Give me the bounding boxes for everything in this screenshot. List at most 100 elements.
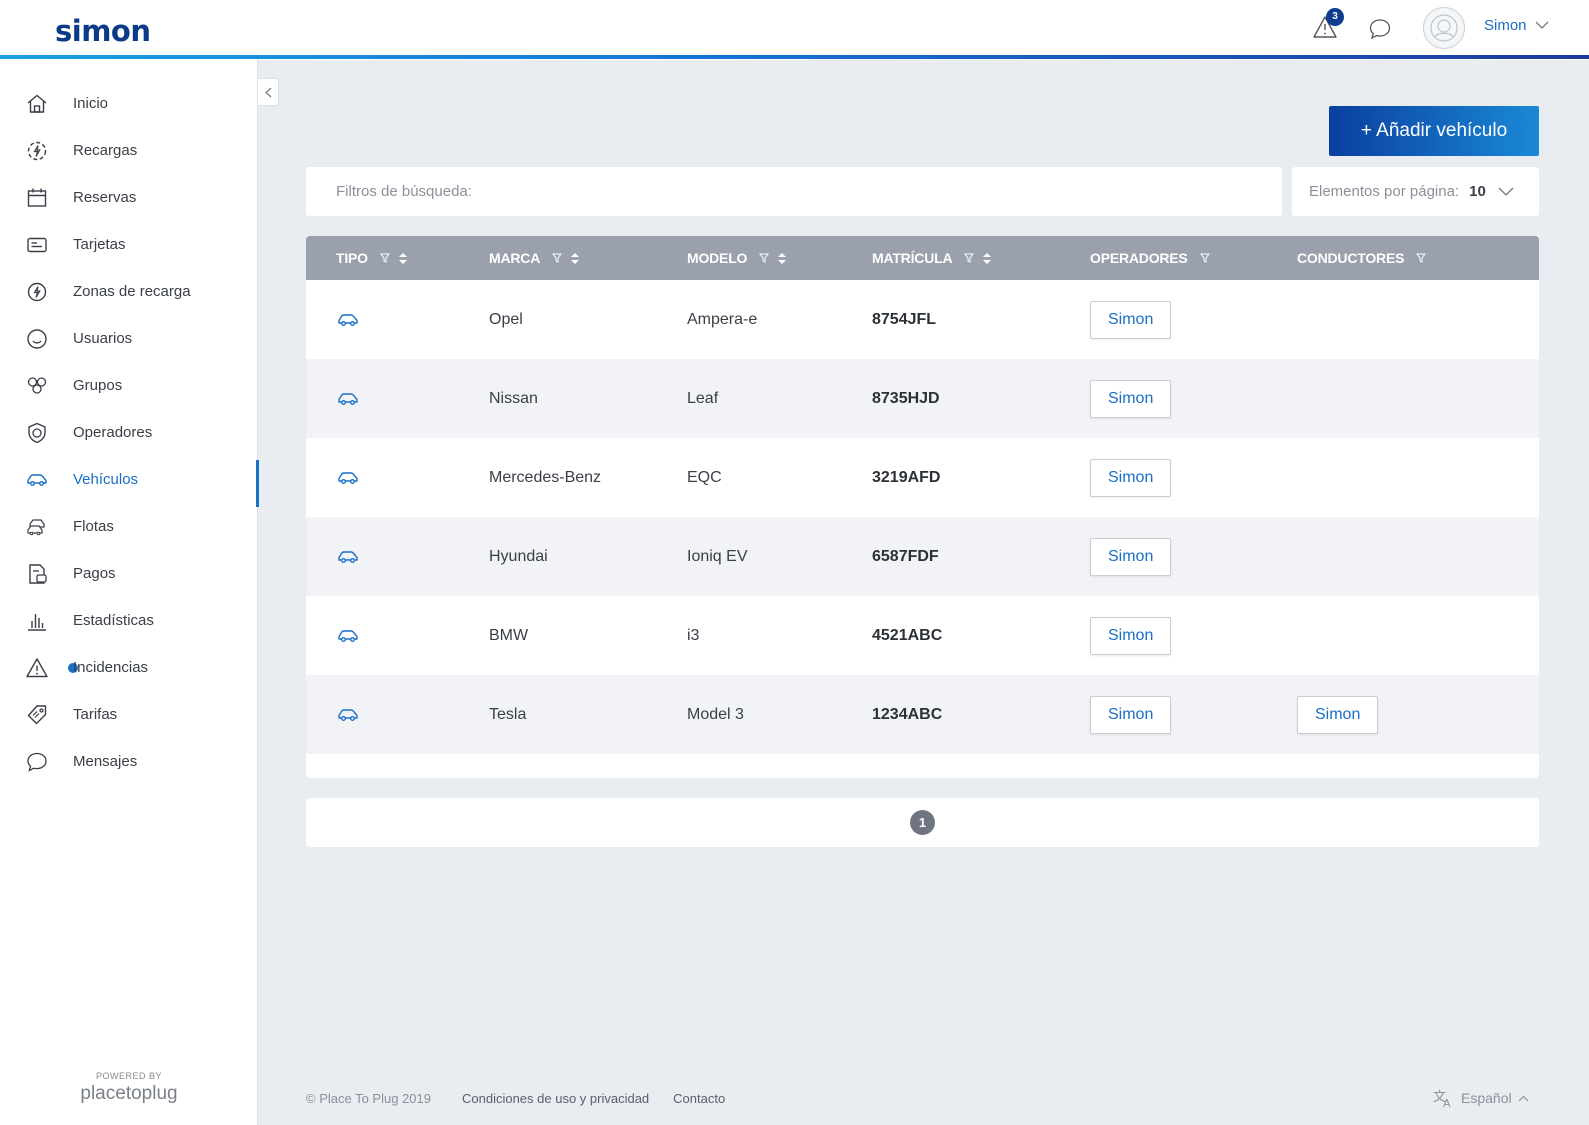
smile-icon — [25, 327, 49, 351]
column-header-conductores: CONDUCTORES — [1297, 236, 1427, 280]
brand-cell: Hyundai — [489, 547, 548, 565]
operator-chip[interactable]: Simon — [1090, 695, 1172, 734]
search-filters-input[interactable] — [336, 180, 1236, 202]
placetoplug-logo: placetoplug — [80, 1083, 178, 1104]
top-header: simon 3 Simon — [0, 0, 1589, 60]
operator-chip[interactable]: Simon — [1090, 537, 1172, 576]
sidebar-item-label: Tarifas — [73, 706, 118, 723]
sidebar-item-label: Reservas — [73, 189, 137, 206]
car-icon[interactable] — [336, 624, 360, 648]
sidebar-item-label: Inicio — [73, 95, 109, 112]
sidebar-item-chat[interactable]: Mensajes — [0, 738, 258, 785]
filter-icon[interactable] — [964, 253, 975, 263]
language-label: Español — [1461, 1090, 1512, 1106]
filter-icon[interactable] — [1199, 253, 1210, 263]
operator-chip[interactable]: Simon — [1090, 616, 1172, 655]
sidebar-item-bolt[interactable]: Zonas de recarga — [0, 268, 258, 315]
stats-icon — [25, 609, 49, 633]
car-icon[interactable] — [336, 387, 360, 411]
sidebar-item-calendar[interactable]: Reservas — [0, 174, 258, 221]
plate-cell: 4521ABC — [872, 626, 943, 644]
sidebar-item-shield[interactable]: Operadores — [0, 409, 258, 456]
sidebar-item-charge[interactable]: Recargas — [0, 127, 258, 174]
chat-icon — [1369, 19, 1391, 40]
car-icon[interactable] — [336, 308, 360, 332]
alerts-button[interactable]: 3 — [1312, 8, 1344, 41]
items-per-page-select[interactable]: Elementos por página: 10 — [1292, 167, 1539, 216]
home-icon — [25, 92, 49, 116]
translate-icon: 文A — [1433, 1090, 1451, 1108]
filter-icon[interactable] — [552, 253, 563, 263]
items-per-page-label: Elementos por página: — [1309, 183, 1460, 200]
sidebar-item-car[interactable]: Vehículos — [0, 456, 259, 507]
column-header-marca: MARCA — [489, 236, 580, 280]
sidebar-item-label: Mensajes — [73, 753, 138, 770]
filter-icon[interactable] — [379, 253, 390, 263]
vehicle-type-cell — [336, 596, 360, 675]
operator-chip[interactable]: Simon — [1090, 379, 1172, 418]
sort-icon[interactable] — [983, 252, 992, 264]
payments-icon — [25, 562, 49, 586]
add-vehicle-button[interactable]: + Añadir vehículo — [1329, 106, 1539, 156]
sidebar-item-payments[interactable]: Pagos — [0, 550, 258, 597]
sidebar-item-fleet[interactable]: Flotas — [0, 503, 258, 550]
column-label: CONDUCTORES — [1297, 250, 1405, 266]
sidebar-item-home[interactable]: Inicio — [0, 80, 258, 127]
operators-cell: Simon — [1090, 517, 1172, 596]
sidebar: Inicio Recargas Reservas Tarjetas Zonas de r… — [0, 59, 259, 1125]
table-row[interactable]: Opel Ampera-e 8754JFL Simon — [306, 280, 1539, 359]
operators-cell: Simon — [1090, 280, 1172, 359]
sidebar-item-card[interactable]: Tarjetas — [0, 221, 258, 268]
terms-link[interactable]: Condiciones de uso y privacidad — [462, 1091, 649, 1106]
simon-logo[interactable]: simon — [55, 14, 151, 48]
sidebar-item-tag[interactable]: Tarifas — [0, 691, 258, 738]
filter-icon[interactable] — [759, 253, 770, 263]
model-cell: Ioniq EV — [687, 547, 748, 565]
operator-chip[interactable]: Simon — [1090, 458, 1172, 497]
table-header: TIPO MARCA MODELO MATRÍCULA OPERADORES C… — [306, 236, 1539, 280]
sidebar-item-label: Tarjetas — [73, 236, 126, 253]
powered-by: POWERED BY placetoplug — [0, 1071, 258, 1105]
table-row[interactable]: Nissan Leaf 8735HJD Simon — [306, 359, 1539, 438]
fleet-icon — [25, 515, 49, 539]
sidebar-item-stats[interactable]: Estadísticas — [0, 597, 258, 644]
filter-icon[interactable] — [1416, 253, 1427, 263]
vehicle-type-cell — [336, 517, 360, 596]
sidebar-item-label: Usuarios — [73, 330, 133, 347]
sort-icon[interactable] — [571, 252, 580, 264]
bolt-icon — [25, 280, 49, 304]
messages-button[interactable] — [1368, 17, 1392, 41]
column-header-operadores: OPERADORES — [1090, 236, 1210, 280]
sidebar-item-smile[interactable]: Usuarios — [0, 315, 258, 362]
contact-link[interactable]: Contacto — [673, 1091, 725, 1106]
avatar[interactable] — [1423, 7, 1465, 49]
column-label: MATRÍCULA — [872, 250, 953, 266]
shield-icon — [25, 421, 49, 445]
operator-chip[interactable]: Simon — [1090, 300, 1172, 339]
table-row[interactable]: Hyundai Ioniq EV 6587FDF Simon — [306, 517, 1539, 596]
language-selector[interactable]: 文A Español — [1433, 1088, 1529, 1108]
sidebar-item-warning[interactable]: Incidencias — [0, 644, 258, 691]
driver-chip[interactable]: Simon — [1297, 695, 1379, 734]
column-label: MARCA — [489, 250, 541, 266]
sort-icon[interactable] — [778, 252, 787, 264]
table-row[interactable]: Mercedes-Benz EQC 3219AFD Simon — [306, 438, 1539, 517]
vehicle-type-cell — [336, 438, 360, 517]
sidebar-item-group[interactable]: Grupos — [0, 362, 258, 409]
car-icon[interactable] — [336, 466, 360, 490]
table-row[interactable]: BMW i3 4521ABC Simon — [306, 596, 1539, 675]
vehicle-type-cell — [336, 280, 360, 359]
brand-cell: Opel — [489, 310, 523, 328]
copyright-text: © Place To Plug 2019 — [306, 1091, 431, 1106]
car-icon[interactable] — [336, 545, 360, 569]
user-menu[interactable]: Simon — [1484, 17, 1549, 34]
sort-icon[interactable] — [398, 252, 407, 264]
items-per-page-value: 10 — [1469, 183, 1486, 200]
collapse-sidebar-button[interactable] — [258, 78, 279, 106]
page-button[interactable]: 1 — [910, 810, 935, 835]
card-icon — [25, 233, 49, 257]
car-icon[interactable] — [336, 703, 360, 727]
operators-cell: Simon — [1090, 675, 1172, 754]
column-header-modelo: MODELO — [687, 236, 787, 280]
table-row[interactable]: Tesla Model 3 1234ABC Simon Simon — [306, 675, 1539, 754]
